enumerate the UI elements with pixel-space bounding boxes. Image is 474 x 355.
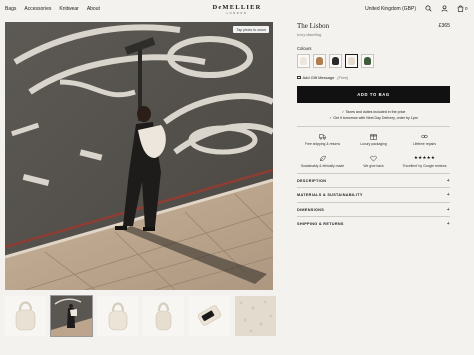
product-accordion: DESCRIPTION + MATERIALS & SUSTAINABILITY +… bbox=[297, 172, 450, 231]
thumbnail-front[interactable] bbox=[5, 296, 46, 336]
feature-give-back: We give back bbox=[348, 154, 399, 168]
thumbnail-texture[interactable] bbox=[235, 296, 276, 336]
plus-icon: + bbox=[446, 177, 450, 184]
heart-icon bbox=[370, 155, 377, 162]
street-scene-illustration bbox=[5, 22, 273, 290]
accordion-materials[interactable]: MATERIALS & SUSTAINABILITY + bbox=[297, 187, 450, 202]
bag-swatch-icon bbox=[316, 57, 323, 65]
colour-swatches bbox=[297, 54, 450, 68]
plus-icon: + bbox=[446, 192, 450, 199]
colour-swatch[interactable] bbox=[329, 54, 342, 68]
gift-box-icon bbox=[370, 134, 377, 140]
colours-label: Colours bbox=[297, 46, 312, 51]
add-to-bag-button[interactable]: ADD TO BAG bbox=[297, 86, 450, 103]
feature-google-reviews[interactable]: ★★★★★ 'Excellent' by Google reviews bbox=[399, 154, 450, 168]
colour-swatch[interactable] bbox=[313, 54, 326, 68]
thumbnail-street[interactable] bbox=[50, 295, 93, 337]
product-title: The Lisbon bbox=[297, 22, 330, 30]
feature-luxury-packaging: Luxury packaging bbox=[348, 133, 399, 147]
gift-checkbox[interactable] bbox=[297, 75, 301, 80]
bag-swatch-icon bbox=[364, 57, 371, 65]
site-header: Bags Accessories Knitwear About DeMELLIE… bbox=[0, 0, 474, 18]
colour-swatch[interactable] bbox=[297, 54, 310, 68]
leaf-icon bbox=[320, 155, 326, 161]
header-actions: United Kingdom (GBP) 0 bbox=[365, 5, 468, 12]
stars-icon: ★★★★★ bbox=[413, 155, 436, 161]
thumbnail-strip bbox=[5, 295, 276, 337]
colour-swatch[interactable] bbox=[361, 54, 374, 68]
product-subtitle: ivory shearling bbox=[297, 32, 322, 37]
bag-swatch-icon bbox=[348, 57, 355, 65]
product-price: £365 bbox=[438, 23, 450, 29]
divider bbox=[297, 126, 450, 127]
accordion-description[interactable]: DESCRIPTION + bbox=[297, 172, 450, 188]
gift-free-label: (Free) bbox=[337, 75, 349, 80]
gift-message-option[interactable]: Add Gift Message (Free) bbox=[297, 75, 450, 80]
plus-icon: + bbox=[446, 206, 450, 213]
thumbnail-top[interactable] bbox=[189, 296, 230, 336]
search-icon[interactable] bbox=[425, 5, 432, 12]
accordion-shipping[interactable]: SHIPPING & RETURNS + bbox=[297, 216, 450, 231]
user-icon[interactable] bbox=[441, 5, 448, 12]
thumbnail-angle[interactable] bbox=[97, 296, 138, 336]
cart-count: 0 bbox=[465, 6, 468, 11]
colour-swatch[interactable] bbox=[345, 54, 358, 68]
product-panel: The Lisbon £365 ivory shearling Colours … bbox=[297, 22, 450, 231]
feature-free-shipping: Free shipping & returns bbox=[297, 133, 348, 147]
feature-sustainable: Sustainably & ethically made bbox=[297, 154, 348, 168]
zoom-badge[interactable]: Tap photo to zoom bbox=[233, 26, 269, 33]
accordion-dimensions[interactable]: DIMENSIONS + bbox=[297, 201, 450, 217]
cart-icon[interactable]: 0 bbox=[457, 5, 468, 12]
thumbnail-side[interactable] bbox=[143, 296, 184, 336]
plus-icon: + bbox=[446, 221, 450, 228]
product-hero-photo[interactable]: Tap photo to zoom bbox=[5, 22, 273, 290]
repair-icon bbox=[421, 134, 428, 139]
bag-swatch-icon bbox=[300, 57, 307, 65]
region-selector[interactable]: United Kingdom (GBP) bbox=[365, 6, 416, 12]
feature-lifetime-repairs: Lifetime repairs bbox=[399, 133, 450, 147]
gift-label: Add Gift Message bbox=[302, 75, 335, 80]
delivery-note: ✓ Get it tomorrow with Next Day Delivery… bbox=[329, 116, 418, 120]
delivery-notes: ✓ Taxes and duties included in the price… bbox=[297, 109, 450, 121]
bag-swatch-icon bbox=[332, 57, 339, 65]
feature-grid: Free shipping & returns Luxury packaging… bbox=[297, 133, 450, 168]
truck-icon bbox=[319, 134, 326, 140]
